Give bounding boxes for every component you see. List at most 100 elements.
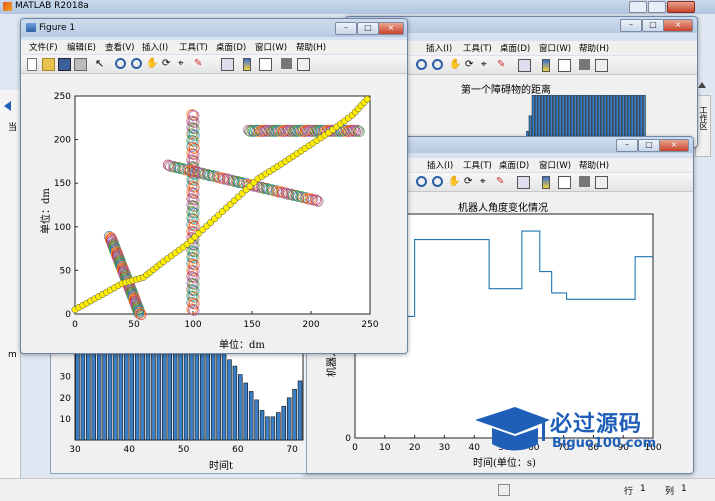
pan-icon[interactable]: ✋ xyxy=(146,58,158,69)
x-tick-label: 100 xyxy=(184,320,201,330)
dock-icon[interactable] xyxy=(595,59,608,72)
hist-bar xyxy=(96,347,102,441)
figure-obstacle-close-button[interactable]: × xyxy=(663,19,693,32)
hide-tools-icon[interactable] xyxy=(579,59,590,70)
pan-icon[interactable]: ✋ xyxy=(448,176,460,187)
colorbar-icon[interactable] xyxy=(542,59,550,72)
figure-angle-close-button[interactable]: × xyxy=(659,139,689,152)
data-cursor-icon[interactable]: ⌖ xyxy=(178,58,189,69)
legend-icon[interactable] xyxy=(558,176,571,189)
figure-obstacle-maximize-button[interactable]: □ xyxy=(642,19,664,32)
hide-tools-icon[interactable] xyxy=(579,176,590,187)
save-icon[interactable] xyxy=(58,58,71,71)
hist-bar xyxy=(124,347,129,441)
side-arrow-icon[interactable] xyxy=(698,82,706,88)
x-tick-label: 250 xyxy=(361,320,378,330)
menu-tools[interactable]: 工具(T) xyxy=(179,41,208,53)
data-cursor-icon[interactable]: ⌖ xyxy=(481,59,492,70)
hist-bar xyxy=(216,347,221,441)
menu-desktop[interactable]: 桌面(D) xyxy=(216,41,246,53)
menu-window[interactable]: 窗口(W) xyxy=(539,159,571,171)
figure-window-1[interactable]: Figure 1 – □ × 文件(F) 编辑(E) 查看(V) 插入(I) 工… xyxy=(20,18,408,354)
hist-bar xyxy=(194,347,200,441)
menu-insert[interactable]: 插入(I) xyxy=(427,159,453,171)
menu-view[interactable]: 查看(V) xyxy=(105,41,134,53)
brush-icon[interactable]: ✎ xyxy=(497,59,508,70)
link-plot-icon[interactable] xyxy=(518,59,531,72)
menu-help[interactable]: 帮助(H) xyxy=(296,41,326,53)
hist-bar xyxy=(281,405,287,441)
hist-bar xyxy=(86,347,91,441)
menu-edit[interactable]: 编辑(E) xyxy=(67,41,96,53)
matlab-minimize-button[interactable] xyxy=(629,1,647,13)
zoom-out-icon[interactable] xyxy=(432,59,443,70)
menu-insert[interactable]: 插入(I) xyxy=(142,41,168,53)
menu-help[interactable]: 帮助(H) xyxy=(579,159,609,171)
print-icon[interactable] xyxy=(74,58,87,71)
zoom-out-icon[interactable] xyxy=(432,176,443,187)
link-plot-icon[interactable] xyxy=(221,58,234,71)
link-plot-icon[interactable] xyxy=(517,176,530,189)
figure1-toolbar: ↖ ✋ ⟳ ⌖ ✎ xyxy=(21,55,407,74)
menu-insert[interactable]: 插入(I) xyxy=(426,42,452,54)
menu-file[interactable]: 文件(F) xyxy=(29,41,58,53)
zoom-out-icon[interactable] xyxy=(131,58,142,69)
dock-icon[interactable] xyxy=(595,176,608,189)
brush-icon[interactable]: ✎ xyxy=(496,176,507,187)
figure1-minimize-button[interactable]: – xyxy=(335,22,357,35)
legend-icon[interactable] xyxy=(558,59,571,72)
dock-icon[interactable] xyxy=(297,58,310,71)
y-tick-label: 250 xyxy=(54,92,71,102)
status-bar: 行 1 列 1 xyxy=(0,478,715,501)
menu-desktop[interactable]: 桌面(D) xyxy=(499,159,529,171)
rotate-icon[interactable]: ⟳ xyxy=(464,176,475,187)
zoom-in-icon[interactable] xyxy=(416,59,427,70)
edit-plot-icon[interactable]: ↖ xyxy=(95,58,106,69)
figure1-xlabel: 单位：dm xyxy=(219,340,265,351)
status-scroll-icon[interactable] xyxy=(498,484,510,496)
hist-bar xyxy=(183,347,189,441)
figure-obstacle-minimize-button[interactable]: – xyxy=(620,19,642,32)
status-col-value: 1 xyxy=(681,484,687,494)
menu-tools[interactable]: 工具(T) xyxy=(463,159,492,171)
colorbar-icon[interactable] xyxy=(243,58,251,71)
menu-window[interactable]: 窗口(W) xyxy=(255,41,287,53)
workspace-side-label: 工作区 xyxy=(699,106,708,130)
open-file-icon[interactable] xyxy=(42,58,55,71)
brush-icon[interactable]: ✎ xyxy=(194,58,205,69)
left-panel-prefix: m xyxy=(8,350,17,360)
hist-x-tick-label: 70 xyxy=(286,445,298,455)
figure-window-histogram[interactable]: 30 40 50 60 70 10 20 30 时间t xyxy=(50,346,307,474)
matlab-close-button[interactable] xyxy=(667,1,695,13)
menu-desktop[interactable]: 桌面(D) xyxy=(500,42,530,54)
hist-bar xyxy=(162,347,167,441)
pan-icon[interactable]: ✋ xyxy=(449,59,461,70)
menu-tools[interactable]: 工具(T) xyxy=(463,42,492,54)
figure1-titlebar: Figure 1 – □ × xyxy=(21,19,407,37)
hide-tools-icon[interactable] xyxy=(281,58,292,69)
figure-icon xyxy=(26,23,36,32)
zoom-in-icon[interactable] xyxy=(115,58,126,69)
zoom-in-icon[interactable] xyxy=(416,176,427,187)
histogram-xlabel: 时间t xyxy=(209,461,234,472)
figure1-close-button[interactable]: × xyxy=(378,22,404,35)
hist-bar xyxy=(238,374,243,441)
path-point xyxy=(363,95,371,103)
figure-angle-minimize-button[interactable]: – xyxy=(616,139,638,152)
colorbar-icon[interactable] xyxy=(542,176,550,189)
menu-help[interactable]: 帮助(H) xyxy=(579,42,609,54)
rotate-icon[interactable]: ⟳ xyxy=(465,59,476,70)
hist-bar xyxy=(243,382,249,441)
figure-angle-maximize-button[interactable]: □ xyxy=(638,139,660,152)
nav-back-icon[interactable] xyxy=(4,101,11,111)
legend-icon[interactable] xyxy=(259,58,272,71)
hist-bar xyxy=(80,347,86,441)
hist-bar xyxy=(113,347,118,441)
new-figure-icon[interactable] xyxy=(27,58,37,71)
figure1-maximize-button[interactable]: □ xyxy=(357,22,379,35)
matlab-maximize-button[interactable] xyxy=(648,1,666,13)
menu-window[interactable]: 窗口(W) xyxy=(539,42,571,54)
data-cursor-icon[interactable]: ⌖ xyxy=(480,176,491,187)
hist-bar xyxy=(129,347,135,441)
rotate-icon[interactable]: ⟳ xyxy=(162,58,173,69)
